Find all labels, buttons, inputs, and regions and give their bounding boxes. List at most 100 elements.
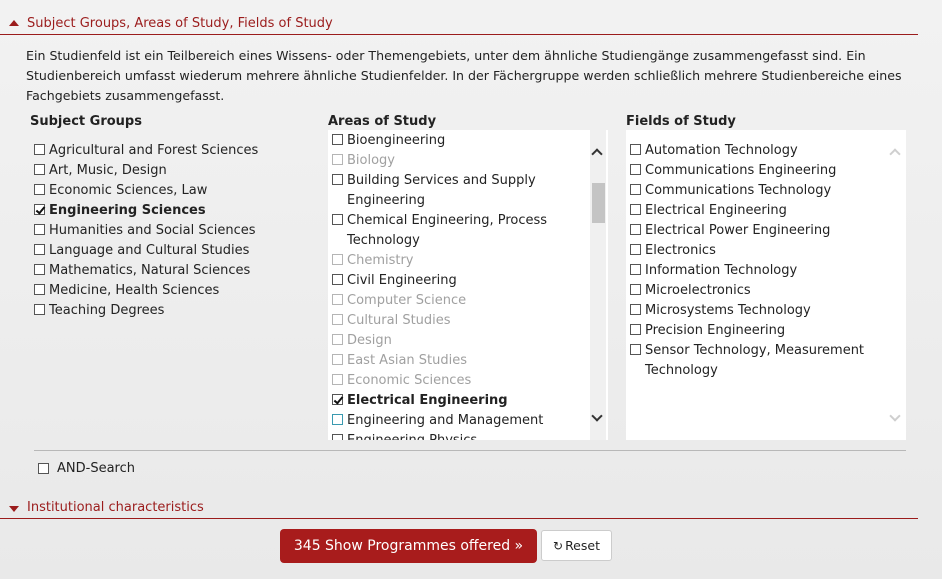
area-of-study-label: East Asian Studies <box>347 353 468 368</box>
subject-group-item[interactable]: Art, Music, Design <box>34 161 314 181</box>
field-of-study-label: Information Technology <box>645 263 798 278</box>
area-of-study-label: Civil Engineering <box>347 273 457 288</box>
subject-group-checkbox[interactable] <box>34 304 45 315</box>
area-of-study-checkbox[interactable] <box>332 134 343 145</box>
subject-group-label: Art, Music, Design <box>49 163 167 178</box>
section-header-institutional[interactable]: Institutional characteristics <box>0 498 918 519</box>
section-title-institutional[interactable]: Institutional characteristics <box>27 500 204 515</box>
area-of-study-label: Computer Science <box>347 293 467 308</box>
areas-of-study-scrollbox[interactable]: Bioengineering Biology Building Services a… <box>328 130 608 440</box>
field-of-study-checkbox[interactable] <box>630 344 641 355</box>
subject-group-checkbox[interactable] <box>34 204 45 215</box>
scroll-down-arrow-icon[interactable] <box>889 410 901 422</box>
areas-scrollbar[interactable] <box>590 130 606 440</box>
area-of-study-label: Bioengineering <box>347 133 446 148</box>
field-of-study-item[interactable]: Information Technology <box>630 261 886 281</box>
area-of-study-checkbox[interactable] <box>332 274 343 285</box>
subject-group-checkbox[interactable] <box>34 244 45 255</box>
field-of-study-checkbox[interactable] <box>630 284 641 295</box>
field-of-study-checkbox[interactable] <box>630 324 641 335</box>
field-of-study-item[interactable]: Electronics <box>630 241 886 261</box>
and-search-checkbox[interactable] <box>38 463 49 474</box>
subject-group-item[interactable]: Teaching Degrees <box>34 301 314 321</box>
area-of-study-checkbox[interactable] <box>332 414 343 425</box>
area-of-study-item[interactable]: Building Services and Supply Engineering <box>332 171 588 211</box>
subject-group-checkbox[interactable] <box>34 144 45 155</box>
fields-of-study-list: Automation Technology Communications Engi… <box>630 141 886 381</box>
column-header-areas-of-study: Areas of Study <box>328 114 437 129</box>
refresh-icon: ↻ <box>553 539 564 553</box>
field-of-study-item[interactable]: Automation Technology <box>630 141 886 161</box>
subject-group-checkbox[interactable] <box>34 284 45 295</box>
area-of-study-item[interactable]: Engineering Physics <box>332 431 588 440</box>
expand-triangle-icon[interactable] <box>9 506 19 512</box>
field-of-study-checkbox[interactable] <box>630 164 641 175</box>
area-of-study-item[interactable]: Engineering and Management <box>332 411 588 431</box>
scrollbar-thumb[interactable] <box>592 183 605 223</box>
field-of-study-checkbox[interactable] <box>630 264 641 275</box>
subject-group-item[interactable]: Humanities and Social Sciences <box>34 221 314 241</box>
area-of-study-checkbox <box>332 354 343 365</box>
show-programmes-button[interactable]: 345 Show Programmes offered » <box>280 529 537 563</box>
field-of-study-label: Communications Engineering <box>645 163 837 178</box>
subject-group-label: Language and Cultural Studies <box>49 243 250 258</box>
field-of-study-item[interactable]: Precision Engineering <box>630 321 886 341</box>
fields-scrollbar[interactable] <box>888 130 904 440</box>
field-of-study-checkbox[interactable] <box>630 244 641 255</box>
subject-group-item[interactable]: Economic Sciences, Law <box>34 181 314 201</box>
field-of-study-label: Microelectronics <box>645 283 751 298</box>
subject-group-checkbox[interactable] <box>34 184 45 195</box>
area-of-study-item: Chemistry <box>332 251 588 271</box>
field-of-study-checkbox[interactable] <box>630 304 641 315</box>
field-of-study-item[interactable]: Communications Engineering <box>630 161 886 181</box>
reset-button[interactable]: ↻ Reset <box>541 530 612 561</box>
area-of-study-item[interactable]: Civil Engineering <box>332 271 588 291</box>
field-of-study-item[interactable]: Microsystems Technology <box>630 301 886 321</box>
area-of-study-item[interactable]: Bioengineering <box>332 131 588 151</box>
scroll-up-arrow-icon[interactable] <box>591 148 603 160</box>
and-search-option[interactable]: AND-Search <box>38 461 135 477</box>
description-text: Ein Studienfeld ist ein Teilbereich eine… <box>26 48 902 103</box>
area-of-study-label: Chemistry <box>347 253 414 268</box>
area-of-study-checkbox[interactable] <box>332 214 343 225</box>
area-of-study-item[interactable]: Chemical Engineering, Process Technology <box>332 211 588 251</box>
subject-groups-list: Agricultural and Forest Sciences Art, Mus… <box>34 141 314 321</box>
field-of-study-checkbox[interactable] <box>630 144 641 155</box>
collapse-triangle-icon[interactable] <box>9 20 19 26</box>
subject-group-item[interactable]: Mathematics, Natural Sciences <box>34 261 314 281</box>
subject-group-label: Mathematics, Natural Sciences <box>49 263 251 278</box>
subject-group-label: Medicine, Health Sciences <box>49 283 220 298</box>
subject-group-checkbox[interactable] <box>34 264 45 275</box>
section-header-subject[interactable]: Subject Groups, Areas of Study, Fields o… <box>0 14 918 35</box>
field-of-study-label: Electrical Power Engineering <box>645 223 831 238</box>
subject-group-label: Economic Sciences, Law <box>49 183 208 198</box>
field-of-study-item[interactable]: Electrical Power Engineering <box>630 221 886 241</box>
scroll-down-arrow-icon[interactable] <box>591 410 603 422</box>
scroll-up-arrow-icon[interactable] <box>889 148 901 160</box>
subject-group-label: Humanities and Social Sciences <box>49 223 256 238</box>
areas-of-study-list: Bioengineering Biology Building Services a… <box>332 131 588 440</box>
area-of-study-item[interactable]: Electrical Engineering <box>332 391 588 411</box>
field-of-study-checkbox[interactable] <box>630 204 641 215</box>
area-of-study-checkbox[interactable] <box>332 434 343 440</box>
subject-group-item[interactable]: Engineering Sciences <box>34 201 314 221</box>
area-of-study-checkbox[interactable] <box>332 394 343 405</box>
field-of-study-item[interactable]: Electrical Engineering <box>630 201 886 221</box>
subject-group-checkbox[interactable] <box>34 224 45 235</box>
field-of-study-checkbox[interactable] <box>630 224 641 235</box>
field-of-study-item[interactable]: Microelectronics <box>630 281 886 301</box>
subject-group-checkbox[interactable] <box>34 164 45 175</box>
subject-group-item[interactable]: Agricultural and Forest Sciences <box>34 141 314 161</box>
section-title-subject[interactable]: Subject Groups, Areas of Study, Fields o… <box>27 16 333 31</box>
area-of-study-item: Design <box>332 331 588 351</box>
area-of-study-checkbox[interactable] <box>332 174 343 185</box>
field-of-study-label: Communications Technology <box>645 183 832 198</box>
reset-label: Reset <box>565 538 600 553</box>
area-of-study-item: East Asian Studies <box>332 351 588 371</box>
field-of-study-checkbox[interactable] <box>630 184 641 195</box>
field-of-study-item[interactable]: Communications Technology <box>630 181 886 201</box>
subject-group-item[interactable]: Medicine, Health Sciences <box>34 281 314 301</box>
subject-group-item[interactable]: Language and Cultural Studies <box>34 241 314 261</box>
fields-of-study-scrollbox[interactable]: Automation Technology Communications Engi… <box>626 130 906 440</box>
field-of-study-item[interactable]: Sensor Technology, Measurement Technolog… <box>630 341 886 381</box>
